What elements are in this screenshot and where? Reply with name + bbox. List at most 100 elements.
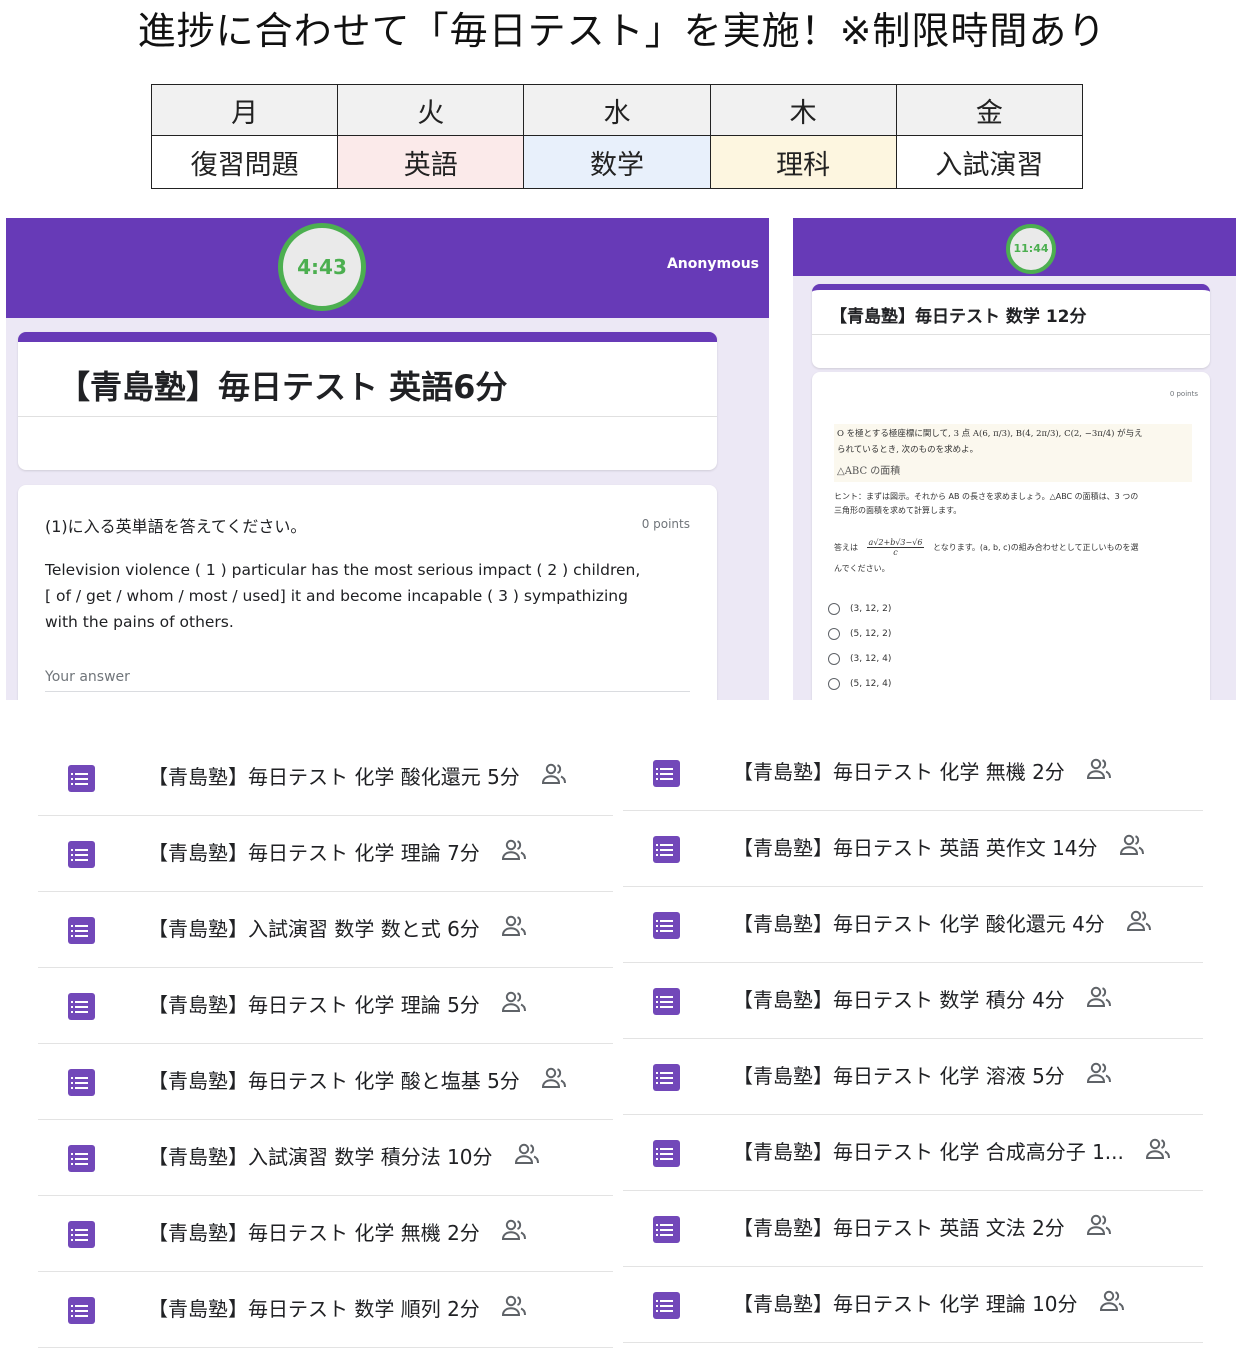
file-title-text: 【青島塾】毎日テスト 数学 順列 2分 bbox=[148, 1297, 480, 1321]
answer-input[interactable]: Your answer bbox=[45, 669, 690, 692]
forms-icon bbox=[653, 1064, 680, 1091]
file-title: 【青島塾】毎日テスト 英語 英作文 14分 bbox=[733, 811, 1146, 887]
people-icon bbox=[500, 893, 528, 968]
file-row[interactable]: 【青島塾】毎日テスト 化学 理論 5分 bbox=[38, 968, 613, 1044]
question-card: 0 points O を極とする極座標に関して, 3 点 A(6, π/3), … bbox=[812, 372, 1210, 700]
answer-formula: 答えは a√2+b√3−√6 c となります。(a, b, c)の組み合わせとし… bbox=[834, 538, 1194, 574]
option-label: (5, 12, 2) bbox=[850, 628, 892, 639]
options-group: (3, 12, 2) (5, 12, 2) (3, 12, 4) (5, 12,… bbox=[828, 596, 891, 696]
file-row[interactable]: 【青島塾】毎日テスト 英語 英作文 14分 bbox=[623, 811, 1203, 887]
file-title-text: 【青島塾】毎日テスト 化学 理論 10分 bbox=[733, 1292, 1078, 1316]
points-label: 0 points bbox=[641, 517, 690, 531]
file-title-text: 【青島塾】毎日テスト 化学 酸化還元 5分 bbox=[148, 765, 520, 789]
file-row[interactable]: 【青島塾】入試演習 数学 積分法 10分 bbox=[38, 1120, 613, 1196]
forms-icon bbox=[653, 1140, 680, 1167]
form-title: 【青島塾】毎日テスト 英語6分 bbox=[58, 368, 508, 406]
subject-cell: 復習問題 bbox=[150, 135, 339, 189]
passage-line: [ of / get / whom / most / used] it and … bbox=[45, 587, 628, 605]
hint: ヒント：まずは図示。それから AB の長さを求めましょう。△ABC の面積は、3… bbox=[834, 490, 1194, 518]
file-row[interactable]: 【青島塾】毎日テスト 化学 酸化還元 5分 bbox=[38, 740, 613, 816]
file-row[interactable]: 【青島塾】毎日テスト 化学 無機 2分 bbox=[623, 735, 1203, 811]
file-title: 【青島塾】毎日テスト 化学 無機 2分 bbox=[148, 1196, 528, 1272]
file-title: 【青島塾】毎日テスト 化学 酸と塩基 5分 bbox=[148, 1044, 568, 1120]
file-title: 【青島塾】毎日テスト 化学 酸化還元 4分 bbox=[733, 887, 1153, 963]
subject-cell: 入試演習 bbox=[895, 135, 1084, 189]
file-title: 【青島塾】毎日テスト 化学 合成高分子 1... bbox=[733, 1115, 1172, 1191]
file-title: 【青島塾】毎日テスト 化学 溶液 5分 bbox=[733, 1039, 1113, 1115]
forms-icon bbox=[68, 765, 95, 792]
forms-icon bbox=[653, 836, 680, 863]
file-row[interactable]: 【青島塾】毎日テスト 化学 理論 7分 bbox=[38, 816, 613, 892]
schedule-days-row: 月 火 水 木 金 bbox=[150, 84, 1084, 136]
people-icon bbox=[1144, 1116, 1172, 1191]
formula-numerator: a√2+b√3−√6 bbox=[866, 538, 925, 548]
hint-line: ヒント：まずは図示。それから AB の長さを求めましょう。△ABC の面積は、3… bbox=[834, 492, 1139, 501]
radio-option[interactable]: (3, 12, 2) bbox=[828, 596, 891, 621]
problem-line: られているとき, 次のものを求めよ。 bbox=[837, 445, 979, 455]
file-title-text: 【青島塾】毎日テスト 化学 合成高分子 1... bbox=[733, 1140, 1124, 1164]
forms-icon bbox=[68, 1297, 95, 1324]
weekly-schedule-table: 月 火 水 木 金 復習問題 英語 数学 理科 入試演習 bbox=[150, 84, 1084, 189]
answer-suffix: となります。(a, b, c)の組み合わせとして正しいものを選 bbox=[932, 543, 1139, 552]
people-icon bbox=[1118, 812, 1146, 887]
passage-line: Television violence ( 1 ) particular has… bbox=[45, 561, 641, 579]
countdown-timer: 4:43 bbox=[278, 223, 366, 311]
file-title: 【青島塾】毎日テスト 英語 文法 2分 bbox=[733, 1191, 1113, 1267]
file-row[interactable]: 【青島塾】毎日テスト 化学 酸化還元 4分 bbox=[623, 887, 1203, 963]
file-row[interactable]: 【青島塾】毎日テスト 数学 順列 2分 bbox=[38, 1272, 613, 1348]
subject-cell: 理科 bbox=[709, 135, 897, 189]
radio-button-icon[interactable] bbox=[828, 652, 840, 665]
radio-option[interactable]: (5, 12, 4) bbox=[828, 671, 891, 696]
people-icon bbox=[500, 1197, 528, 1272]
file-title-text: 【青島塾】毎日テスト 化学 理論 5分 bbox=[148, 993, 480, 1017]
file-row[interactable]: 【青島塾】入試演習 数学 数と式 6分 bbox=[38, 892, 613, 968]
file-row[interactable]: 【青島塾】毎日テスト 化学 無機 2分 bbox=[38, 1196, 613, 1272]
option-label: (3, 12, 2) bbox=[850, 603, 892, 614]
people-icon bbox=[500, 969, 528, 1044]
headline: 進捗に合わせて「毎日テスト」を実施！※制限時間あり bbox=[137, 9, 1107, 53]
day-cell: 金 bbox=[895, 84, 1084, 136]
file-title: 【青島塾】毎日テスト 化学 無機 2分 bbox=[733, 735, 1113, 811]
people-icon bbox=[1085, 964, 1113, 1039]
radio-button-icon[interactable] bbox=[828, 677, 840, 690]
schedule-subjects-row: 復習問題 英語 数学 理科 入試演習 bbox=[150, 135, 1084, 189]
forms-icon bbox=[68, 1145, 95, 1172]
file-title-text: 【青島塾】毎日テスト 英語 文法 2分 bbox=[733, 1216, 1065, 1240]
people-icon bbox=[540, 741, 568, 816]
file-title-text: 【青島塾】毎日テスト 化学 酸化還元 4分 bbox=[733, 912, 1105, 936]
radio-button-icon[interactable] bbox=[828, 627, 840, 640]
file-row[interactable]: 【青島塾】毎日テスト 化学 酸と塩基 5分 bbox=[38, 1044, 613, 1120]
forms-icon bbox=[68, 841, 95, 868]
file-row[interactable]: 【青島塾】毎日テスト 数学 積分 4分 bbox=[623, 963, 1203, 1039]
radio-button-icon[interactable] bbox=[828, 602, 840, 615]
file-row[interactable]: 【青島塾】毎日テスト 化学 溶液 5分 bbox=[623, 1039, 1203, 1115]
form-title-card: 【青島塾】毎日テスト 数学 12分 bbox=[812, 284, 1210, 368]
file-row[interactable]: 【青島塾】毎日テスト 化学 理論 10分 bbox=[623, 1267, 1203, 1343]
forms-icon bbox=[653, 1216, 680, 1243]
forms-icon bbox=[653, 760, 680, 787]
day-cell: 水 bbox=[523, 84, 711, 136]
answer-prefix: 答えは bbox=[834, 543, 858, 552]
file-title-text: 【青島塾】毎日テスト 化学 溶液 5分 bbox=[733, 1064, 1065, 1088]
passage: Television violence ( 1 ) particular has… bbox=[45, 557, 640, 635]
file-row[interactable]: 【青島塾】毎日テスト 化学 合成高分子 1... bbox=[623, 1115, 1203, 1191]
file-title: 【青島塾】入試演習 数学 数と式 6分 bbox=[148, 892, 528, 968]
english-form-screenshot: 4:43 Anonymous 【青島塾】毎日テスト 英語6分 (1)に入る英単語… bbox=[6, 218, 769, 700]
radio-option[interactable]: (5, 12, 2) bbox=[828, 621, 891, 646]
file-title: 【青島塾】毎日テスト 数学 積分 4分 bbox=[733, 963, 1113, 1039]
forms-icon bbox=[68, 1069, 95, 1096]
subject-cell: 英語 bbox=[337, 135, 525, 189]
file-title-text: 【青島塾】毎日テスト 化学 酸と塩基 5分 bbox=[148, 1069, 520, 1093]
radio-option[interactable]: (3, 12, 4) bbox=[828, 646, 891, 671]
passage-line: with the pains of others. bbox=[45, 613, 234, 631]
file-title: 【青島塾】毎日テスト 化学 酸化還元 5分 bbox=[148, 740, 568, 816]
file-row[interactable]: 【青島塾】毎日テスト 英語 文法 2分 bbox=[623, 1191, 1203, 1267]
subject-cell: 数学 bbox=[523, 135, 711, 189]
question-text: (1)に入る英単語を答えてください。 bbox=[45, 517, 307, 536]
people-icon bbox=[500, 817, 528, 892]
countdown-timer: 11:44 bbox=[1006, 224, 1056, 274]
file-title-text: 【青島塾】毎日テスト 化学 無機 2分 bbox=[733, 760, 1065, 784]
file-title: 【青島塾】毎日テスト 化学 理論 10分 bbox=[733, 1267, 1126, 1343]
hint-line: 三角形の面積を求めて計算します。 bbox=[834, 506, 962, 515]
file-title: 【青島塾】毎日テスト 化学 理論 7分 bbox=[148, 816, 528, 892]
